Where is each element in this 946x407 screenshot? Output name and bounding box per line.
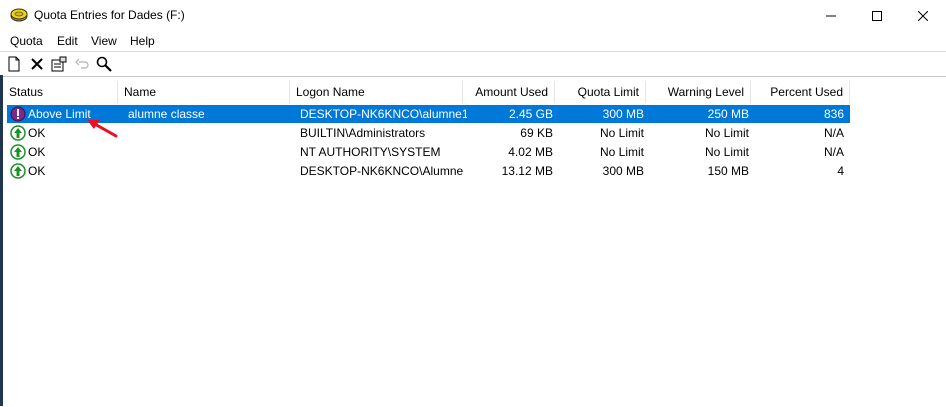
annotation-arrow-icon <box>87 120 118 138</box>
warning-level-cell: No Limit <box>704 145 749 159</box>
window-title: Quota Entries for Dades (F:) <box>34 8 185 22</box>
column-header-percent-used[interactable]: Percent Used <box>751 81 850 103</box>
status-cell: OK <box>28 164 46 178</box>
quota-limit-cell: No Limit <box>599 145 644 159</box>
title-bar: Quota Entries for Dades (F:) <box>0 0 946 31</box>
table-row[interactable]: Above Limit alumne classe DESKTOP-NK6KNC… <box>7 105 850 123</box>
amount-used-cell: 2.45 GB <box>508 107 553 121</box>
name-cell: alumne classe <box>128 107 205 121</box>
menu-bar: Quota Edit View Help <box>0 31 946 51</box>
menu-quota[interactable]: Quota <box>10 34 43 48</box>
close-button[interactable] <box>900 0 946 31</box>
column-header-logon-name[interactable]: Logon Name <box>290 81 463 103</box>
column-header-name[interactable]: Name <box>118 81 290 103</box>
table-row[interactable]: OK BUILTIN\Administrators 69 KB No Limit… <box>7 124 850 142</box>
close-icon <box>918 10 928 21</box>
quota-entries-list[interactable]: Status Name Logon Name Amount Used Quota… <box>3 76 946 407</box>
properties-button[interactable] <box>50 55 68 73</box>
amount-used-cell: 4.02 MB <box>508 145 553 159</box>
new-quota-entry-button[interactable] <box>5 55 23 73</box>
quota-limit-cell: No Limit <box>599 126 644 140</box>
name-cell <box>122 143 294 161</box>
quota-limit-cell: 300 MB <box>602 164 644 178</box>
maximize-button[interactable] <box>854 0 900 31</box>
table-row[interactable]: OK NT AUTHORITY\SYSTEM 4.02 MB No Limit … <box>7 143 850 161</box>
find-icon <box>96 56 112 72</box>
toolbar <box>0 51 946 76</box>
find-button[interactable] <box>95 55 113 73</box>
column-header-quota-limit[interactable]: Quota Limit <box>555 81 646 103</box>
status-cell: OK <box>28 145 46 159</box>
column-header-amount-used[interactable]: Amount Used <box>463 81 555 103</box>
undo-button[interactable] <box>73 55 91 73</box>
logon-name-cell: BUILTIN\Administrators <box>300 126 426 140</box>
quota-limit-cell: 300 MB <box>602 107 644 121</box>
amount-used-cell: 69 KB <box>520 126 553 140</box>
warning-level-cell: 250 MB <box>707 107 749 121</box>
minimize-button[interactable] <box>808 0 854 31</box>
percent-used-cell: N/A <box>823 145 844 159</box>
amount-used-cell: 13.12 MB <box>501 164 553 178</box>
logon-name-cell: DESKTOP-NK6KNCO\Alumne <box>300 164 464 178</box>
new-quota-entry-icon <box>8 56 20 72</box>
undo-icon <box>75 58 89 69</box>
table-row[interactable]: OK DESKTOP-NK6KNCO\Alumne 13.12 MB 300 M… <box>7 162 850 180</box>
delete-button[interactable] <box>28 55 46 73</box>
column-header-warning-level[interactable]: Warning Level <box>646 81 751 103</box>
warning-level-cell: 150 MB <box>707 164 749 178</box>
menu-view[interactable]: View <box>91 34 117 48</box>
percent-used-cell: N/A <box>823 126 844 140</box>
menu-help[interactable]: Help <box>130 34 155 48</box>
disk-quota-icon <box>10 8 28 22</box>
delete-icon <box>31 58 43 70</box>
name-cell <box>122 162 294 180</box>
menu-edit[interactable]: Edit <box>57 34 78 48</box>
logon-name-cell: NT AUTHORITY\SYSTEM <box>300 145 441 159</box>
name-cell <box>122 124 294 142</box>
list-header: Status Name Logon Name Amount Used Quota… <box>3 81 850 103</box>
warning-level-cell: No Limit <box>704 126 749 140</box>
column-header-status[interactable]: Status <box>3 81 118 103</box>
percent-used-cell: 4 <box>837 164 844 178</box>
properties-icon <box>51 56 67 72</box>
percent-used-cell: 836 <box>823 107 844 121</box>
logon-name-cell: DESKTOP-NK6KNCO\alumne1 <box>300 107 467 121</box>
minimize-icon <box>826 15 836 16</box>
maximize-icon <box>872 10 882 21</box>
